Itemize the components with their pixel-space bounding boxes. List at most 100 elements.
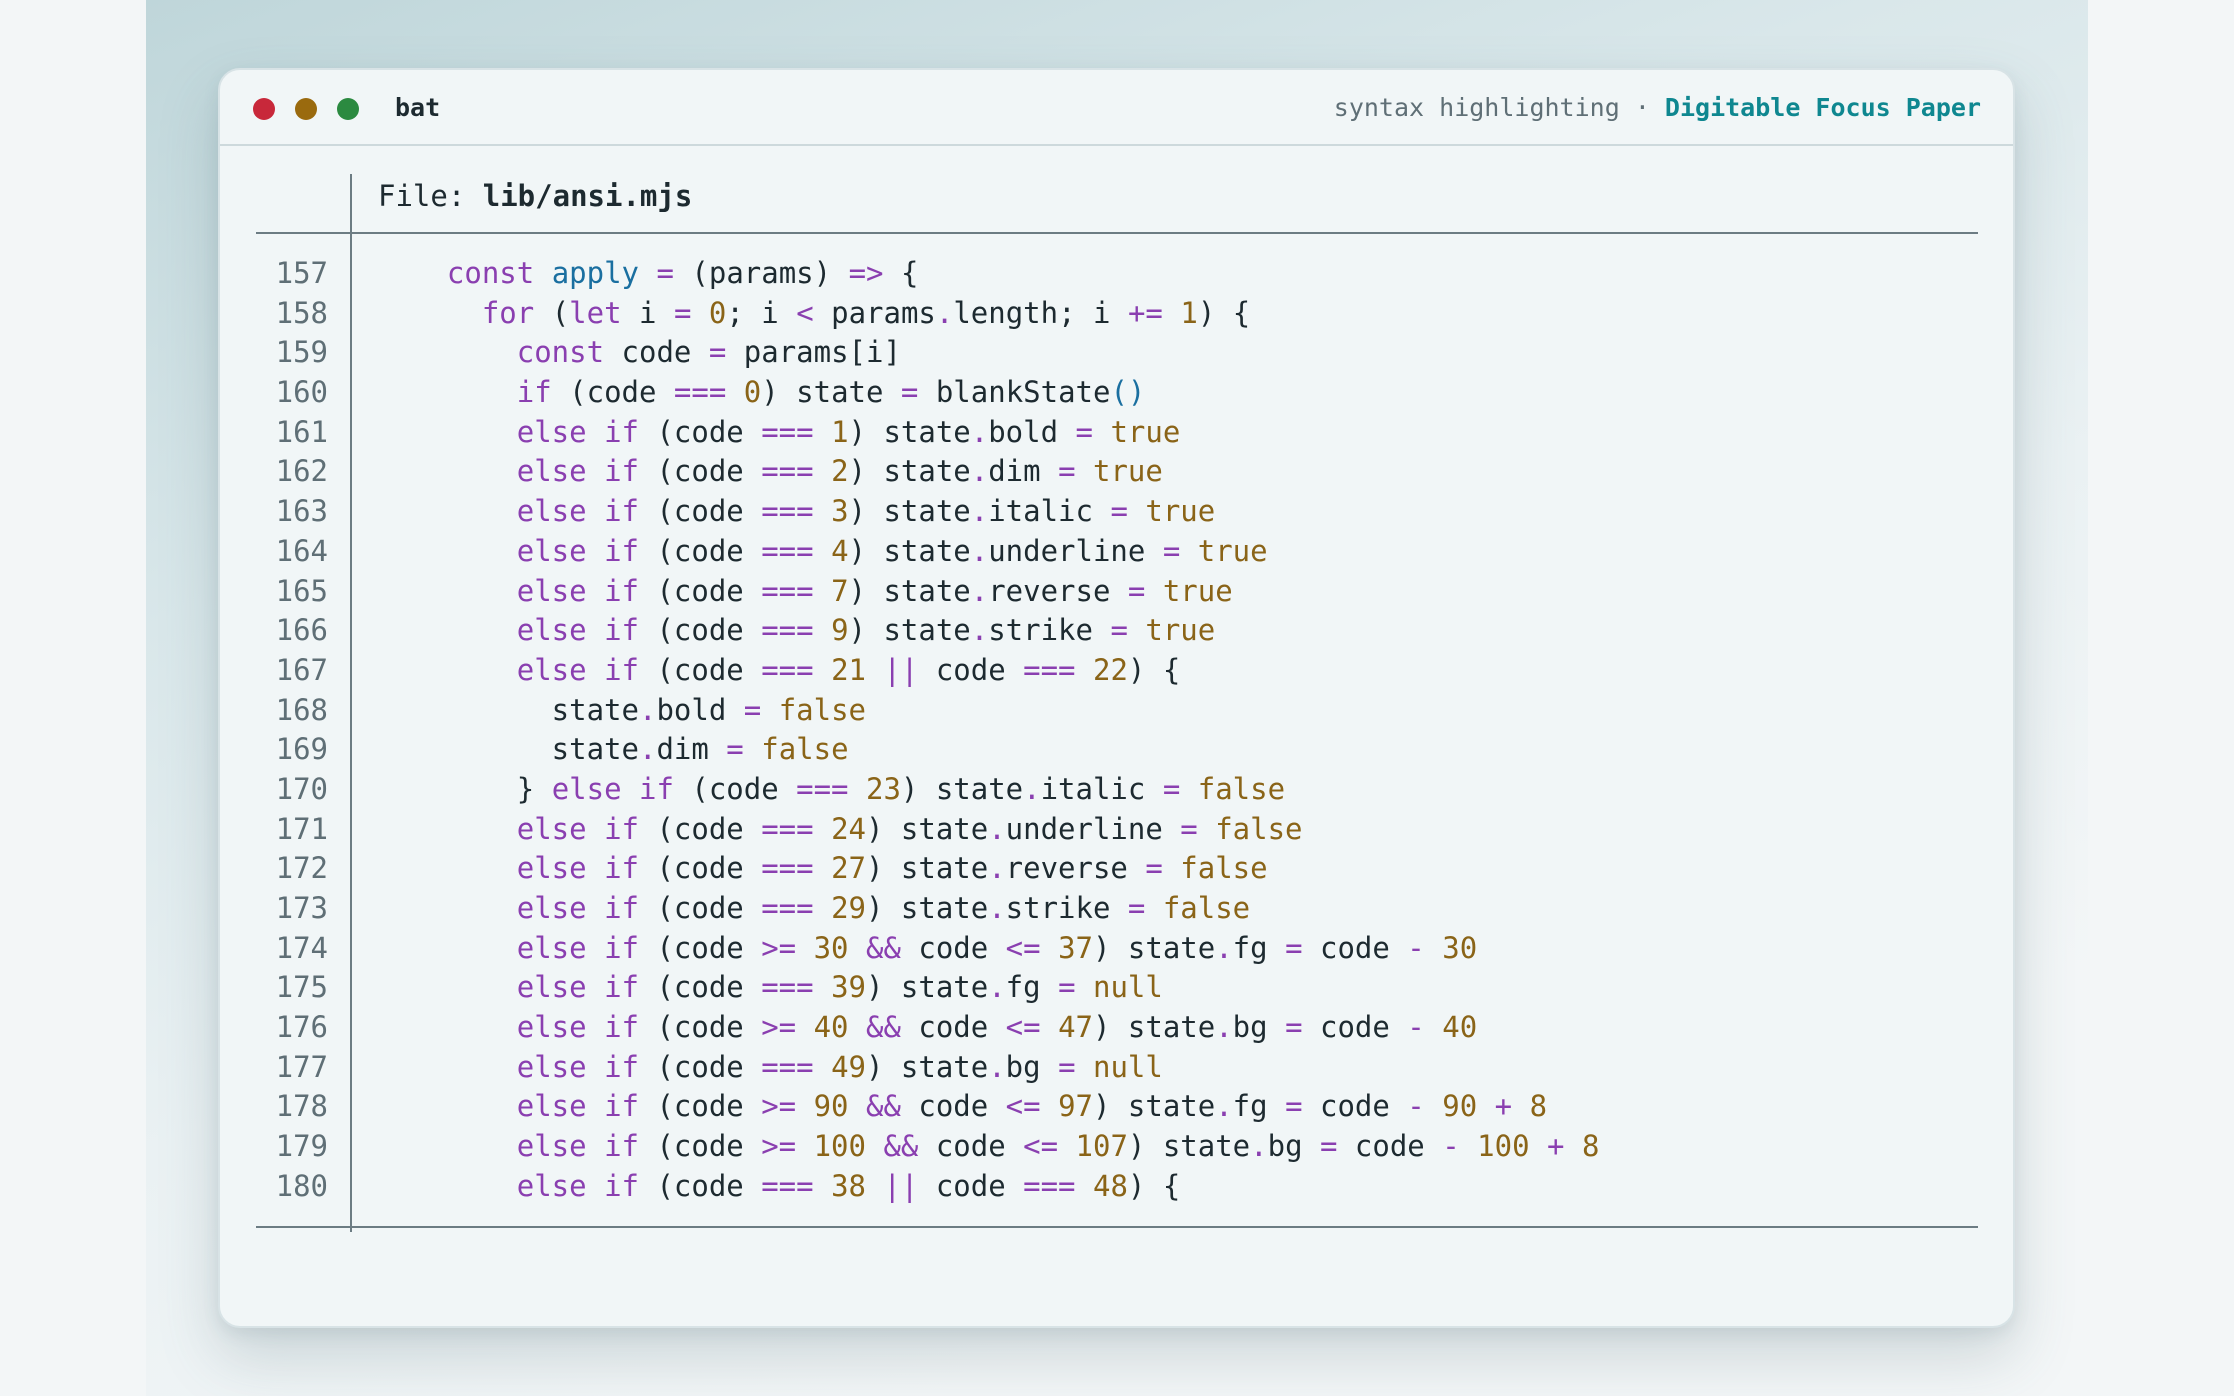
code-token: = xyxy=(1075,414,1093,449)
code-token: 90 xyxy=(813,1089,849,1124)
code-token: ) state xyxy=(761,375,901,410)
code-token: - xyxy=(1442,1129,1460,1164)
code-token: 22 xyxy=(1093,652,1128,687)
code-token: (code xyxy=(638,1168,762,1203)
line-source: if (code === 0) state = blankState() xyxy=(412,373,1146,413)
code-token: = xyxy=(708,335,727,370)
code-token: const xyxy=(516,335,605,370)
code-token: . xyxy=(1215,1089,1233,1124)
code-line: 158 for (let i = 0; i < params.length; i… xyxy=(220,294,2013,334)
code-token: reverse xyxy=(1005,851,1146,886)
code-token: (code xyxy=(638,1129,762,1164)
code-token: blankState xyxy=(918,375,1111,410)
code-token: else if xyxy=(516,1129,639,1164)
code-token: 40 xyxy=(813,1010,849,1045)
code-token: ) state xyxy=(848,494,971,529)
code-token: ) state xyxy=(1092,1089,1216,1124)
code-line: 164 else if (code === 4) state.underline… xyxy=(220,532,2013,572)
code-token: . xyxy=(970,533,989,568)
line-source: const apply = (params) => { xyxy=(412,254,918,294)
line-number: 175 xyxy=(275,970,328,1005)
code-token: (code xyxy=(638,414,762,449)
code-line: 173 else if (code === 29) state.strike =… xyxy=(220,889,2013,929)
code-token: i xyxy=(621,295,674,330)
code-token: 8 xyxy=(1529,1089,1548,1124)
line-number: 157 xyxy=(275,256,328,290)
line-number: 165 xyxy=(275,573,328,608)
line-source: else if (code === 2) state.dim = true xyxy=(412,452,1163,492)
close-window-button[interactable] xyxy=(253,98,275,120)
code-token: else if xyxy=(516,573,639,608)
code-line: 171 else if (code === 24) state.underlin… xyxy=(220,810,2013,850)
code-token: = xyxy=(900,375,919,410)
line-source: else if (code === 39) state.fg = null xyxy=(412,968,1163,1008)
code-token: (code xyxy=(638,454,762,489)
code-token: . xyxy=(988,851,1006,886)
code-token: ) state xyxy=(848,613,971,648)
code-token: <= xyxy=(1005,1089,1041,1124)
code-token: ) state xyxy=(848,533,971,568)
code-token: 9 xyxy=(831,613,849,648)
code-token: ) state xyxy=(865,891,989,925)
line-source: else if (code === 38 || code === 48) { xyxy=(412,1167,1181,1207)
code-token: bold xyxy=(656,692,744,727)
code-token: = xyxy=(1320,1129,1338,1164)
code-token: + xyxy=(1494,1089,1513,1124)
code-token: === xyxy=(761,573,814,608)
code-token: . xyxy=(1023,771,1041,806)
code-token: ) state xyxy=(900,771,1024,806)
code-token: && xyxy=(865,930,901,965)
code-token: 0 xyxy=(743,375,762,410)
code-token: else if xyxy=(516,1010,639,1045)
subtitle: syntax highlighting xyxy=(1333,93,1620,122)
code-token: else if xyxy=(516,1089,639,1124)
line-source: state.bold = false xyxy=(412,691,866,731)
code-token: 1 xyxy=(1180,295,1198,330)
code-token: 23 xyxy=(865,771,901,806)
maximize-window-button[interactable] xyxy=(337,98,359,120)
code-token: === xyxy=(761,414,814,449)
code-token: = xyxy=(1285,1010,1303,1045)
code-view[interactable]: 157 const apply = (params) => {158 for (… xyxy=(220,254,2013,1207)
code-token: ) state xyxy=(865,1049,989,1084)
minimize-window-button[interactable] xyxy=(295,98,317,120)
code-token: { xyxy=(883,256,919,290)
code-token: 2 xyxy=(831,454,849,489)
code-line: 170 } else if (code === 23) state.italic… xyxy=(220,770,2013,810)
code-token: . xyxy=(970,414,989,449)
line-source: else if (code === 27) state.reverse = fa… xyxy=(412,849,1268,889)
code-token: => xyxy=(848,256,884,290)
code-token: = xyxy=(1127,573,1146,608)
code-token: && xyxy=(865,1010,901,1045)
code-token: ) { xyxy=(1127,652,1181,687)
line-number: 173 xyxy=(275,891,328,925)
code-token: >= xyxy=(761,1010,797,1045)
code-token: dim xyxy=(988,454,1059,489)
code-token: reverse xyxy=(988,573,1128,608)
code-token: + xyxy=(1547,1129,1565,1164)
code-token: code xyxy=(900,1089,1006,1124)
code-token: 48 xyxy=(1093,1168,1128,1203)
code-token: 100 xyxy=(813,1129,866,1164)
line-number: 179 xyxy=(275,1129,328,1164)
code-token: . xyxy=(988,970,1006,1005)
line-number: 167 xyxy=(275,652,328,687)
code-token: italic xyxy=(1040,771,1163,806)
